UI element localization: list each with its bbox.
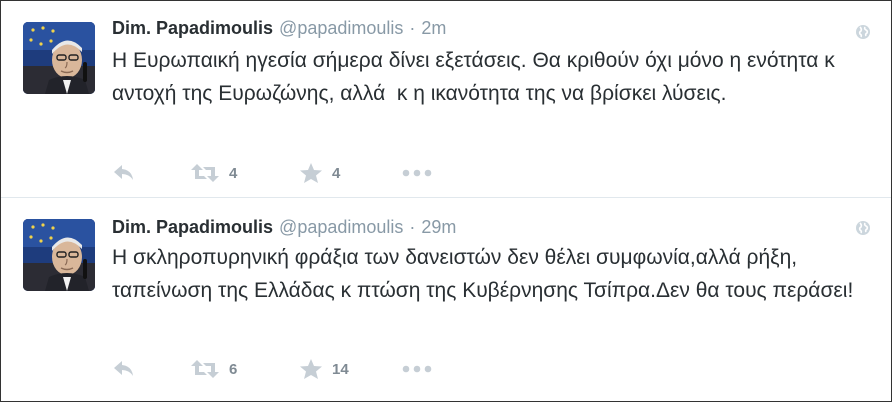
reply-button[interactable] — [112, 355, 136, 383]
more-button[interactable] — [402, 355, 432, 383]
globe-icon — [855, 24, 871, 40]
display-name[interactable]: Dim. Papadimoulis — [112, 18, 273, 38]
tweet-timeline: Dim. Papadimoulis @papadimoulis · 2m Η Ευρω… — [0, 0, 892, 402]
more-icon — [402, 169, 432, 177]
globe-icon — [855, 220, 871, 236]
profile-photo — [23, 219, 95, 291]
separator: · — [409, 18, 416, 38]
username[interactable]: @papadimoulis — [279, 18, 403, 38]
retweet-count: 4 — [229, 164, 238, 182]
tweet: Dim. Papadimoulis @papadimoulis · 29m Η σκλ… — [1, 199, 891, 401]
favorite-count: 14 — [332, 360, 349, 378]
tweet-header: Dim. Papadimoulis @papadimoulis · 2m — [112, 16, 446, 40]
tweet-text: Η Ευρωπαική ηγεσία σήμερα δίνει εξετάσει… — [112, 49, 841, 105]
star-icon — [300, 163, 322, 183]
retweet-icon — [191, 360, 219, 378]
username[interactable]: @papadimoulis — [279, 217, 403, 237]
timestamp[interactable]: 29m — [421, 217, 456, 237]
profile-photo — [23, 22, 95, 94]
tweet-text: Η σκληροπυρηνική φράξια των δανειστών δε… — [112, 246, 854, 302]
more-button[interactable] — [402, 159, 432, 187]
timestamp[interactable]: 2m — [421, 18, 446, 38]
avatar[interactable] — [23, 22, 95, 94]
reply-icon — [114, 165, 133, 180]
avatar[interactable] — [23, 219, 95, 291]
display-name[interactable]: Dim. Papadimoulis — [112, 217, 273, 237]
more-icon — [402, 365, 432, 373]
retweet-button[interactable]: 6 — [190, 355, 237, 383]
favorite-count: 4 — [332, 164, 341, 182]
tweet-header: Dim. Papadimoulis @papadimoulis · 29m — [112, 215, 456, 239]
retweet-icon — [191, 164, 219, 182]
star-icon — [300, 359, 322, 379]
retweet-button[interactable]: 4 — [190, 159, 237, 187]
favorite-button[interactable]: 4 — [299, 159, 340, 187]
reply-button[interactable] — [112, 159, 136, 187]
favorite-button[interactable]: 14 — [299, 355, 349, 383]
tweet: Dim. Papadimoulis @papadimoulis · 2m Η Ευρω… — [1, 1, 891, 198]
separator: · — [409, 217, 416, 237]
reply-icon — [114, 361, 133, 376]
retweet-count: 6 — [229, 360, 238, 378]
